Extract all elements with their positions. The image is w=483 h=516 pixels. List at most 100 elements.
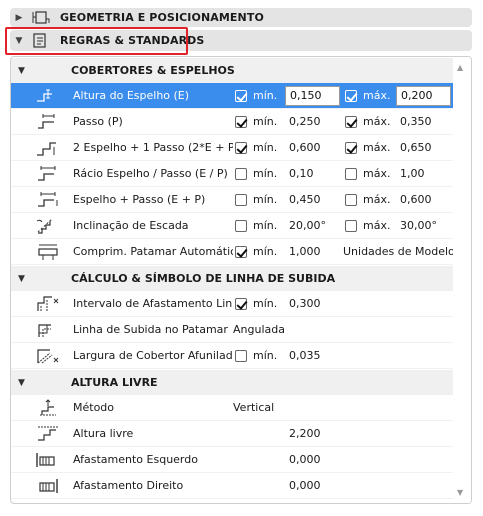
rule-label: Afastamento Direito <box>73 479 184 492</box>
min-value[interactable]: 20,00° <box>289 219 326 232</box>
min-label: mín. <box>253 297 278 310</box>
rule-label: Afastamento Esquerdo <box>73 453 198 466</box>
max-label: máx. <box>363 115 391 128</box>
min-checkbox[interactable] <box>235 194 247 206</box>
min-label: mín. <box>253 141 278 154</box>
step-rule-icon <box>34 137 62 159</box>
min-label: mín. <box>253 245 278 258</box>
left-offset-value[interactable]: 0,000 <box>289 453 321 466</box>
rule-label: Passo (P) <box>73 115 123 128</box>
altura-row-left-offset[interactable]: Afastamento Esquerdo 0,000 <box>11 447 454 473</box>
min-value[interactable]: 0,600 <box>289 141 321 154</box>
scrollbar[interactable]: ▲ ▼ <box>453 57 471 503</box>
rule-label: Rácio Espelho / Passo (E / P) <box>73 167 228 180</box>
max-value-input[interactable]: 0,200 <box>396 86 451 106</box>
rule-label: Espelho + Passo (E + P) <box>73 193 206 206</box>
method-value[interactable]: Vertical <box>233 401 274 414</box>
min-checkbox[interactable] <box>235 116 247 128</box>
panel-header-geometria[interactable]: ▶ GEOMETRIA E POSICIONAMENTO <box>10 8 472 27</box>
max-value[interactable]: 0,600 <box>400 193 432 206</box>
section-cobertores[interactable]: ▼ COBERTORES & ESPELHOS <box>11 57 454 83</box>
rule-row-ratio[interactable]: Rácio Espelho / Passo (E / P) mín. 0,10 … <box>11 161 454 187</box>
rule-label: Altura livre <box>73 427 134 440</box>
headroom-icon <box>34 423 62 445</box>
calc-row-offset-interval[interactable]: Intervalo de Afastamento Linha mín. 0,30… <box>11 291 454 317</box>
rule-label: Intervalo de Afastamento Linha <box>73 297 233 310</box>
min-label: mín. <box>253 193 278 206</box>
walkline-landing-icon <box>34 319 62 341</box>
collapse-arrow-icon[interactable]: ▼ <box>18 66 32 76</box>
rule-row-tread[interactable]: Passo (P) mín. 0,250 máx. 0,350 <box>11 109 454 135</box>
section-altura[interactable]: ▼ ALTURA LIVRE <box>11 369 454 395</box>
collapse-arrow-icon[interactable]: ▼ <box>18 378 32 388</box>
left-offset-icon <box>34 449 62 471</box>
max-checkbox[interactable] <box>345 220 357 232</box>
unit-selector[interactable]: Unidades de Modelo <box>343 245 455 258</box>
rule-label: Comprim. Patamar Automático <box>73 245 233 258</box>
method-icon <box>34 397 62 419</box>
rule-label: Largura de Cobertor Afunilado <box>73 349 233 362</box>
min-value[interactable]: 0,250 <box>289 115 321 128</box>
settings-panel-body: ▼ COBERTORES & ESPELHOS Altura do Espelh… <box>10 56 472 504</box>
right-offset-icon <box>34 475 62 497</box>
tread-depth-icon <box>34 111 62 133</box>
rule-row-slope[interactable]: Inclinação de Escada mín. 20,00° máx. 30… <box>11 213 454 239</box>
altura-row-headroom[interactable]: Altura livre 2,200 <box>11 421 454 447</box>
max-value[interactable]: 0,350 <box>400 115 432 128</box>
section-calculo[interactable]: ▼ CÁLCULO & SÍMBOLO DE LINHA DE SUBIDA <box>11 265 454 291</box>
min-value[interactable]: 0,035 <box>289 349 321 362</box>
rule-row-e-plus-p[interactable]: Espelho + Passo (E + P) mín. 0,450 máx. … <box>11 187 454 213</box>
winder-width-icon <box>34 345 62 367</box>
section-title: ALTURA LIVRE <box>71 376 158 389</box>
walkline-value[interactable]: Angulada <box>233 323 285 336</box>
max-checkbox[interactable] <box>345 90 357 102</box>
slope-icon <box>34 215 62 237</box>
max-value[interactable]: 30,00° <box>400 219 437 232</box>
offset-interval-icon <box>34 293 62 315</box>
min-label: mín. <box>253 115 278 128</box>
section-title: CÁLCULO & SÍMBOLO DE LINHA DE SUBIDA <box>71 272 336 285</box>
section-title: COBERTORES & ESPELHOS <box>71 64 235 77</box>
rule-row-landing-length[interactable]: Comprim. Patamar Automático mín. 1,000 U… <box>11 239 455 265</box>
min-label: mín. <box>253 349 278 362</box>
ratio-icon <box>34 163 62 185</box>
min-value[interactable]: 1,000 <box>289 245 321 258</box>
rule-row-riser-height[interactable]: Altura do Espelho (E) mín. 0,150 máx. 0,… <box>11 83 454 109</box>
sum-rule-icon <box>34 189 62 211</box>
geometry-panel-icon <box>32 10 52 25</box>
max-label: máx. <box>363 219 391 232</box>
min-checkbox[interactable] <box>235 142 247 154</box>
max-checkbox[interactable] <box>345 194 357 206</box>
calc-row-winder-width[interactable]: Largura de Cobertor Afunilado mín. 0,035 <box>11 343 454 369</box>
min-value[interactable]: 0,300 <box>289 297 321 310</box>
panel-title: GEOMETRIA E POSICIONAMENTO <box>60 11 264 24</box>
min-checkbox[interactable] <box>235 90 247 102</box>
min-value[interactable]: 0,10 <box>289 167 314 180</box>
min-checkbox[interactable] <box>235 298 247 310</box>
max-checkbox[interactable] <box>345 168 357 180</box>
min-value-input[interactable]: 0,150 <box>285 86 340 106</box>
expand-arrow-icon[interactable]: ▶ <box>12 13 26 23</box>
headroom-value[interactable]: 2,200 <box>289 427 321 440</box>
rule-row-2e-plus-p[interactable]: 2 Espelho + 1 Passo (2*E + P) mín. 0,600… <box>11 135 454 161</box>
max-label: máx. <box>363 89 391 102</box>
right-offset-value[interactable]: 0,000 <box>289 479 321 492</box>
collapse-arrow-icon[interactable]: ▼ <box>18 274 32 284</box>
min-value[interactable]: 0,450 <box>289 193 321 206</box>
scroll-up-icon[interactable]: ▲ <box>457 63 463 72</box>
max-value[interactable]: 0,650 <box>400 141 432 154</box>
min-checkbox[interactable] <box>235 246 247 258</box>
max-checkbox[interactable] <box>345 116 357 128</box>
min-label: mín. <box>253 89 278 102</box>
altura-row-method[interactable]: Método Vertical <box>11 395 454 421</box>
max-label: máx. <box>363 193 391 206</box>
scroll-down-icon[interactable]: ▼ <box>457 488 463 497</box>
altura-row-right-offset[interactable]: Afastamento Direito 0,000 <box>11 473 454 499</box>
min-checkbox[interactable] <box>235 220 247 232</box>
min-checkbox[interactable] <box>235 168 247 180</box>
max-value[interactable]: 1,00 <box>400 167 425 180</box>
min-checkbox[interactable] <box>235 350 247 362</box>
calc-row-walkline-landing[interactable]: Linha de Subida no Patamar Angulada <box>11 317 454 343</box>
max-checkbox[interactable] <box>345 142 357 154</box>
min-label: mín. <box>253 167 278 180</box>
